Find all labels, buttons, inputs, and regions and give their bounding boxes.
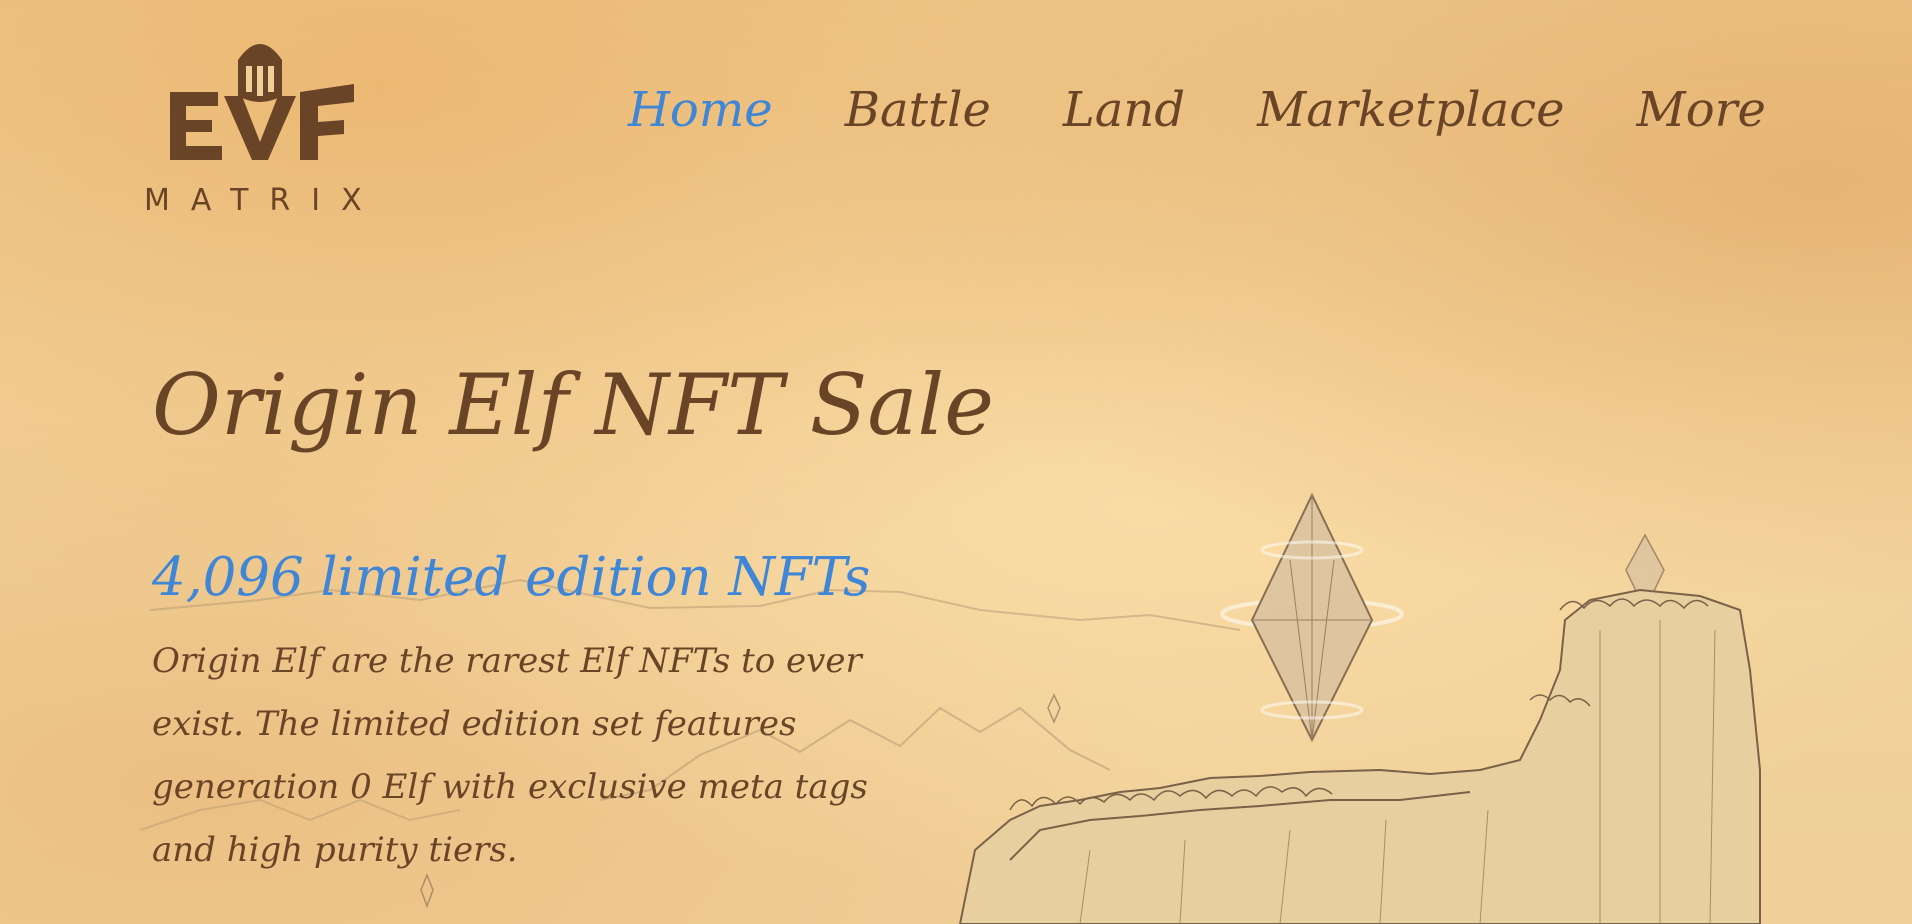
- main-nav: Home Battle Land Marketplace More: [628, 80, 1766, 140]
- nav-item-battle[interactable]: Battle: [845, 80, 991, 140]
- hero-description: Origin Elf are the rarest Elf NFTs to ev…: [152, 641, 868, 870]
- brand-logo[interactable]: MATRIX: [140, 26, 380, 216]
- nav-item-home[interactable]: Home: [628, 80, 773, 140]
- nav-item-more[interactable]: More: [1637, 80, 1766, 140]
- elf-matrix-logo-mark: [170, 44, 354, 160]
- cliffs-drawing: [958, 588, 1761, 924]
- large-floating-crystal: [1220, 492, 1404, 743]
- nav-item-marketplace[interactable]: Marketplace: [1257, 80, 1564, 140]
- nav-item-land[interactable]: Land: [1063, 80, 1185, 140]
- hero-subtitle: 4,096 limited edition NFTs: [152, 547, 871, 608]
- tree-canopy-drawing: [1009, 598, 1709, 811]
- page: MATRIX Home Battle Land Marketplace More: [0, 0, 1912, 924]
- logo-wordmark: MATRIX: [144, 183, 383, 218]
- page-title: Origin Elf NFT Sale: [152, 356, 995, 454]
